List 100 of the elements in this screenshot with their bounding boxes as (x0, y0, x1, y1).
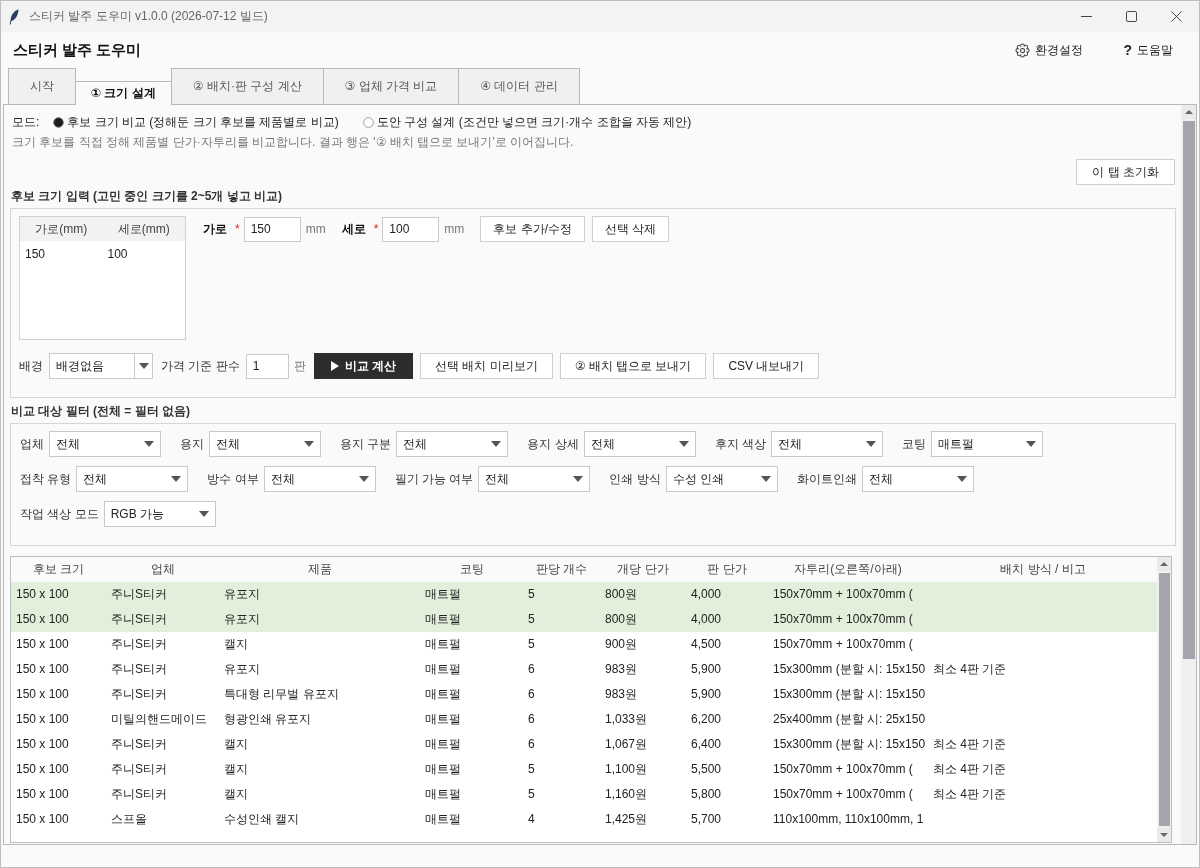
close-icon[interactable] (1171, 11, 1182, 22)
filter-dropdown[interactable]: 전체 (76, 466, 189, 492)
maximize-icon[interactable] (1126, 11, 1137, 22)
scrollbar[interactable] (1181, 105, 1196, 844)
table-row[interactable]: 150 x 100 미틸의핸드메이드 형광인쇄 유포지 매트펄 6 1,033원 6,200 25x400mm (분할 시: 25x150 (11, 707, 1157, 732)
caret-icon (1026, 441, 1037, 447)
scroll-thumb[interactable] (1182, 121, 1195, 659)
field-label: 배경 (19, 357, 43, 375)
list-button[interactable]: 선택 삭제 (592, 216, 670, 242)
column-header[interactable]: 자투리(오른쪽/아래) (768, 557, 928, 582)
table-cell-text: 6 (527, 661, 536, 678)
list-button[interactable]: 후보 추가/수정 (480, 216, 585, 242)
table-cell-text: 150 x 100 (15, 736, 70, 753)
table-cell-text: 주니S티커 (110, 686, 168, 703)
caret-icon (171, 476, 182, 482)
filter-dropdown[interactable]: 수성 인쇄 (665, 466, 778, 492)
filter-label: 업체 (20, 435, 44, 453)
help-button[interactable]: ? 도움말 (1121, 41, 1175, 59)
column-header[interactable]: 업체 (106, 557, 219, 582)
tab[interactable]: ③ 업체 가격 비교 (322, 68, 460, 104)
list-cell-text: 100 (106, 247, 129, 261)
window-title: 스티커 발주 도우미 v1.0.0 (2026-07-12 빌드) (29, 8, 268, 25)
table-cell-text: 매트펄 (424, 811, 462, 828)
column-header[interactable]: 개당 단가 (600, 557, 686, 582)
scroll-thumb[interactable] (1158, 573, 1170, 826)
table-cell-text: 매트펄 (424, 786, 462, 803)
arrow-down-icon[interactable] (1157, 828, 1171, 842)
mode-option[interactable]: 도안 구성 설계 (조건만 넣으면 크기·개수 조합을 자동 제안) (362, 113, 692, 131)
compare-button[interactable]: 비교 계산 (313, 353, 413, 379)
action-button[interactable]: 선택 배치 미리보기 (420, 353, 553, 379)
table-row[interactable]: 150 x 100 주니S티커 캘지 매트펄 5 1,100원 5,500 150x70mm + 100x70mm ( 최소 4판 기준 (11, 757, 1157, 782)
table-row[interactable]: 150 x 100 주니S티커 유포지 매트펄 6 983원 5,900 15x300mm (분할 시: 15x150 최소 4판 기준 (11, 657, 1157, 682)
tab[interactable]: ② 배치·판 구성 계산 (170, 68, 324, 104)
column-header[interactable]: 세로(mm) (102, 217, 185, 241)
settings-button[interactable]: 환경설정 (1013, 41, 1086, 59)
filter-dropdown[interactable]: 전체 (49, 431, 161, 457)
table-cell-text: 6 (527, 686, 536, 703)
section-title: 비교 대상 필터 (전체 = 필터 없음) (10, 403, 191, 419)
column-header[interactable]: 코팅 (420, 557, 523, 582)
size-input[interactable]: 100 (382, 216, 440, 242)
caret-icon (198, 511, 209, 517)
sheets-input[interactable]: 1 (245, 353, 289, 379)
filter-dropdown[interactable]: 전체 (861, 466, 974, 492)
filter-dropdown[interactable]: 전체 (478, 466, 591, 492)
column-header[interactable]: 제품 (219, 557, 420, 582)
table-cell-text: 1,100원 (604, 761, 649, 778)
filter-label: 용지 상세 (527, 435, 579, 453)
table-row[interactable]: 150 x 100 주니S티커 캘지 매트펄 6 1,067원 6,400 15x300mm (분할 시: 15x150 최소 4판 기준 (11, 732, 1157, 757)
filter-dropdown[interactable]: 매트펄 (931, 431, 1044, 457)
table-cell-text: 주니S티커 (110, 636, 168, 653)
filter-dropdown[interactable]: RGB 가능 (103, 501, 216, 527)
filter-dropdown[interactable]: 전체 (263, 466, 376, 492)
table-cell-text: 최소 4판 기준 (932, 661, 1008, 678)
column-header[interactable]: 판 단가 (686, 557, 768, 582)
table-row[interactable]: 150 x 100 주니S티커 캘지 매트펄 5 1,160원 5,800 150x70mm + 100x70mm ( 최소 4판 기준 (11, 782, 1157, 807)
filter-dropdown[interactable]: 전체 (396, 431, 509, 457)
filter-label: 용지 (180, 435, 204, 453)
table-row[interactable]: 150 x 100 주니S티커 캘지 매트펄 5 900원 4,500 150x70mm + 100x70mm ( (11, 632, 1157, 657)
arrow-up-icon[interactable] (1181, 105, 1196, 119)
table-cell-text: 4,500 (690, 636, 723, 653)
mode-option[interactable]: 후보 크기 비교 (정해둔 크기 후보를 제품별로 비교) (53, 113, 339, 131)
column-header[interactable]: 후보 크기 (11, 557, 106, 582)
column-header[interactable]: 가로(mm) (20, 217, 103, 241)
column-header[interactable]: 배치 방식 / 비고 (928, 557, 1158, 582)
arrow-up-icon[interactable] (1157, 557, 1171, 571)
table-cell-text: 150x70mm + 100x70mm ( (772, 786, 914, 803)
filter-label: 접착 유형 (20, 470, 72, 488)
table-cell-text: 5,500 (690, 761, 723, 778)
section-title: 후보 크기 입력 (고민 중인 크기를 2~5개 넣고 비교) (10, 188, 284, 204)
action-button[interactable]: ② 배치 탭으로 보내기 (559, 353, 707, 379)
candidate-list[interactable]: 가로(mm) 세로(mm) 150 100 (19, 216, 186, 340)
table-row[interactable]: 150 x 100 주니S티커 특대형 리무벌 유포지 매트펄 6 983원 5,900 15x300mm (분할 시: 15x150 (11, 682, 1157, 707)
reset-button[interactable]: 이 탭 초기화 (1076, 159, 1175, 185)
table-cell-text: 유포지 (223, 586, 261, 603)
filter-label: 화이트인쇄 (796, 470, 857, 488)
tab[interactable]: ④ 데이터 관리 (458, 68, 580, 104)
table-cell-text: 800원 (604, 586, 639, 603)
tab[interactable]: ① 크기 설계 (75, 81, 172, 105)
unit-label: mm (305, 222, 326, 236)
column-header[interactable]: 판당 개수 (523, 557, 600, 582)
table-row[interactable]: 150 x 100 주니S티커 유포지 매트펄 5 800원 4,000 150x70mm + 100x70mm ( (11, 582, 1157, 607)
filter-dropdown[interactable]: 전체 (583, 431, 696, 457)
table-row[interactable]: 150 x 100 주니S티커 유포지 매트펄 5 800원 4,000 150x70mm + 100x70mm ( (11, 607, 1157, 632)
table-cell-text: 5,800 (690, 786, 723, 803)
scrollbar[interactable] (1157, 557, 1171, 842)
table-cell-text: 900원 (604, 636, 639, 653)
caret-icon (358, 476, 369, 482)
table-row[interactable]: 150 x 100 스프올 수성인쇄 캘지 매트펄 4 1,425원 5,700 110x100mm, 110x100mm, 1 (11, 807, 1157, 832)
caret-icon (956, 476, 967, 482)
table-cell-text: 주니S티커 (110, 661, 168, 678)
unit-label: mm (444, 222, 465, 236)
tab[interactable]: 시작 (8, 68, 76, 104)
table-cell-text: 15x300mm (분할 시: 15x150 (772, 661, 927, 678)
filter-dropdown[interactable]: 전체 (771, 431, 884, 457)
mode-description: 크기 후보를 직접 정해 제품별 단가·자투리를 비교합니다. 결과 행은 '② 배치 탭으로 보내기'로 이어집니다. (12, 134, 575, 151)
background-dropdown[interactable]: 배경없음 (49, 353, 153, 379)
table-cell-text: 6 (527, 711, 536, 728)
action-button[interactable]: CSV 내보내기 (713, 353, 820, 379)
filter-dropdown[interactable]: 전체 (209, 431, 321, 457)
size-input[interactable]: 150 (243, 216, 301, 242)
